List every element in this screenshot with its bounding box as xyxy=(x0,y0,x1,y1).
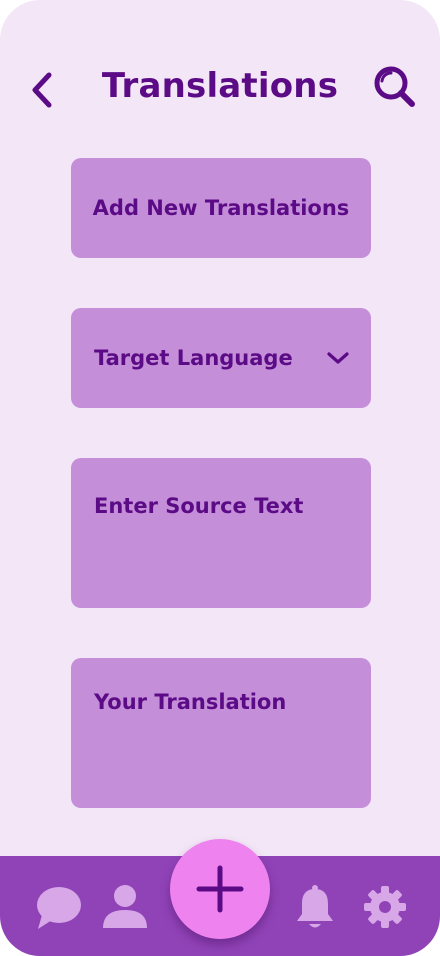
translation-output: Your Translation xyxy=(71,658,371,808)
search-icon xyxy=(374,66,415,107)
nav-settings-button[interactable] xyxy=(360,882,410,932)
add-new-translation-label: Add New Translations xyxy=(92,196,350,220)
nav-profile-button[interactable] xyxy=(100,882,150,932)
chevron-down-icon xyxy=(327,352,349,364)
nav-chat-button[interactable] xyxy=(32,884,84,932)
source-text-placeholder: Enter Source Text xyxy=(94,494,304,518)
search-button[interactable] xyxy=(370,62,420,112)
gear-icon xyxy=(364,886,406,928)
nav-notifications-button[interactable] xyxy=(292,882,338,932)
translation-label: Your Translation xyxy=(94,690,287,714)
app-screen: Translations Add New Translations Target… xyxy=(0,0,440,956)
chat-icon xyxy=(37,887,81,929)
header: Translations xyxy=(0,58,440,122)
add-fab-button[interactable] xyxy=(170,839,270,939)
user-icon xyxy=(103,885,147,928)
target-language-select[interactable]: Target Language xyxy=(71,308,371,408)
add-new-translation-button[interactable]: Add New Translations xyxy=(71,158,371,258)
target-language-label: Target Language xyxy=(94,346,293,370)
source-text-input[interactable]: Enter Source Text xyxy=(71,458,371,608)
plus-icon xyxy=(196,865,244,913)
bell-icon xyxy=(297,885,333,928)
